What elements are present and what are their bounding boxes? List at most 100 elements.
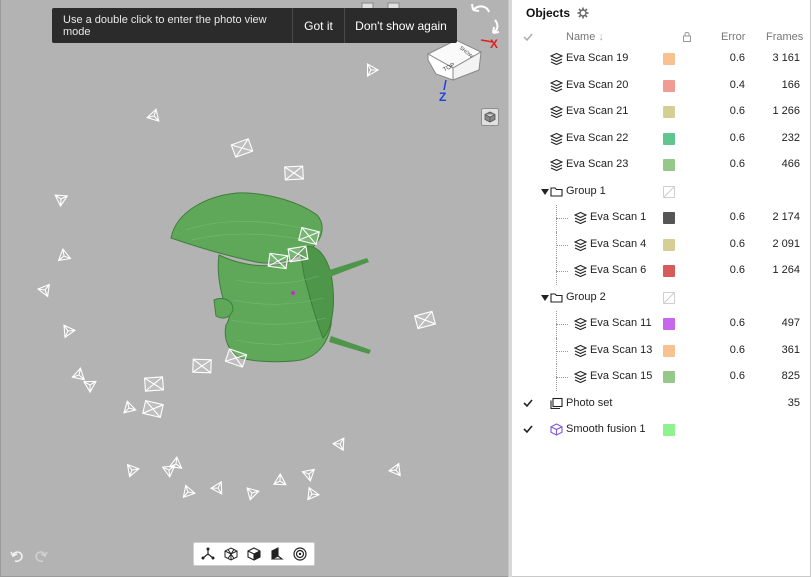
camera-frame-marker[interactable]	[413, 310, 437, 330]
object-name: Eva Scan 6	[590, 264, 647, 276]
redo-icon[interactable]	[33, 549, 49, 565]
camera-frame-marker[interactable]	[230, 138, 254, 158]
object-row[interactable]: Eva Scan 11 0.6 497	[512, 311, 811, 338]
color-swatch[interactable]	[663, 344, 675, 357]
object-row[interactable]: Smooth fusion 1	[512, 417, 811, 444]
object-row[interactable]: Eva Scan 15 0.6 825	[512, 364, 811, 391]
object-row[interactable]: Eva Scan 4 0.6 2 091	[512, 231, 811, 258]
settings-button[interactable]	[576, 6, 589, 19]
color-swatch[interactable]	[663, 53, 675, 65]
camera-position-marker[interactable]	[63, 324, 77, 339]
pivot-button[interactable]	[199, 545, 217, 563]
camera-position-marker[interactable]	[331, 437, 345, 452]
object-name: Eva Scan 19	[566, 52, 629, 64]
camera-position-marker[interactable]	[71, 367, 86, 381]
camera-frame-marker[interactable]	[284, 165, 304, 181]
color-swatch[interactable]	[663, 106, 675, 118]
camera-position-marker[interactable]	[272, 472, 287, 486]
camera-position-marker[interactable]	[246, 487, 260, 501]
solid-view-button[interactable]	[245, 545, 263, 563]
camera-position-marker[interactable]	[57, 248, 72, 262]
group-row[interactable]: Group 2	[512, 285, 811, 312]
color-swatch[interactable]	[663, 238, 675, 251]
camera-frame-marker[interactable]	[143, 376, 165, 392]
color-swatch[interactable]	[663, 79, 675, 92]
camera-frame-marker[interactable]	[287, 245, 309, 263]
camera-position-marker[interactable]	[209, 480, 223, 495]
view-mode-button[interactable]	[481, 108, 499, 126]
object-row[interactable]: Eva Scan 22 0.6 232	[512, 126, 811, 153]
scan-icon	[574, 344, 587, 357]
scanned-model[interactable]	[170, 192, 371, 363]
frames-value: 3 161	[772, 52, 800, 64]
column-frames[interactable]: Frames	[766, 31, 803, 43]
color-swatch[interactable]	[663, 132, 675, 145]
camera-frame-marker[interactable]	[142, 399, 164, 419]
scan-icon	[574, 317, 587, 330]
color-swatch[interactable]	[663, 424, 675, 436]
color-swatch-empty[interactable]	[663, 185, 675, 198]
column-name[interactable]: Name ↓	[566, 31, 604, 43]
rotate-right-icon	[492, 19, 500, 34]
3d-viewport[interactable]: TOP SHOW X Z Use a double click to enter…	[0, 0, 508, 577]
frames-value: 1 266	[772, 105, 800, 117]
expand-triangle-icon[interactable]	[541, 188, 549, 196]
color-swatch[interactable]	[663, 159, 675, 171]
folder-icon	[550, 292, 563, 303]
textured-view-button[interactable]	[268, 545, 286, 563]
lock-icon[interactable]	[682, 31, 692, 42]
object-row[interactable]: Eva Scan 23 0.6 466	[512, 152, 811, 179]
dont-show-again-button[interactable]: Don't show again	[344, 8, 457, 43]
error-value: 0.6	[729, 131, 745, 144]
object-name: Group 1	[566, 184, 606, 197]
visibility-check-icon[interactable]	[523, 424, 533, 434]
object-name: Eva Scan 21	[566, 105, 629, 117]
camera-frame-marker[interactable]	[192, 358, 212, 374]
camera-position-marker[interactable]	[36, 283, 50, 298]
photo-view-toast: Use a double click to enter the photo vi…	[52, 8, 457, 43]
expand-triangle-icon[interactable]	[541, 294, 549, 302]
object-row[interactable]: Eva Scan 6 0.6 1 264	[512, 258, 811, 285]
object-row[interactable]: Eva Scan 1 0.6 2 174	[512, 205, 811, 232]
color-swatch[interactable]	[663, 212, 675, 224]
camera-position-marker[interactable]	[54, 194, 69, 208]
object-name: Group 2	[566, 290, 606, 303]
color-swatch[interactable]	[663, 318, 675, 330]
group-row[interactable]: Group 1	[512, 179, 811, 206]
object-row[interactable]: Eva Scan 20 0.4 166	[512, 73, 811, 100]
target-button[interactable]	[291, 545, 309, 563]
color-swatch-empty[interactable]	[663, 291, 675, 304]
object-row[interactable]: Eva Scan 19 0.6 3 161	[512, 46, 811, 73]
camera-position-marker[interactable]	[301, 468, 316, 482]
color-swatch[interactable]	[663, 265, 675, 277]
camera-position-marker[interactable]	[123, 400, 137, 414]
color-swatch[interactable]	[663, 371, 675, 383]
mesh-view-button[interactable]	[222, 545, 240, 563]
camera-position-marker[interactable]	[387, 462, 401, 477]
camera-position-marker[interactable]	[126, 463, 140, 478]
camera-position-marker[interactable]	[182, 484, 196, 499]
frames-value: 166	[781, 78, 800, 91]
axis-z-label: Z	[439, 90, 446, 104]
got-it-button[interactable]: Got it	[292, 8, 344, 43]
undo-icon[interactable]	[9, 549, 25, 565]
camera-position-marker[interactable]	[307, 486, 321, 501]
object-row[interactable]: Eva Scan 21 0.6 1 266	[512, 99, 811, 126]
scene-canvas[interactable]: TOP SHOW X Z	[1, 0, 508, 577]
textured-view-icon	[271, 547, 284, 560]
error-value: 0.6	[729, 105, 745, 117]
camera-position-marker[interactable]	[366, 62, 380, 78]
frames-value: 466	[781, 158, 800, 170]
select-all-check-icon[interactable]	[523, 32, 533, 42]
error-value: 0.6	[729, 52, 745, 64]
column-error[interactable]: Error	[721, 31, 745, 43]
camera-position-marker[interactable]	[82, 380, 97, 394]
object-row[interactable]: Photo set 35	[512, 391, 811, 418]
visibility-check-icon[interactable]	[523, 398, 533, 408]
camera-position-marker[interactable]	[146, 108, 160, 122]
camera-position-marker[interactable]	[161, 465, 176, 479]
camera-frame-marker[interactable]	[267, 252, 289, 270]
panel-title: Objects	[526, 5, 571, 20]
object-row[interactable]: Eva Scan 13 0.6 361	[512, 337, 811, 364]
target-icon	[292, 547, 307, 561]
